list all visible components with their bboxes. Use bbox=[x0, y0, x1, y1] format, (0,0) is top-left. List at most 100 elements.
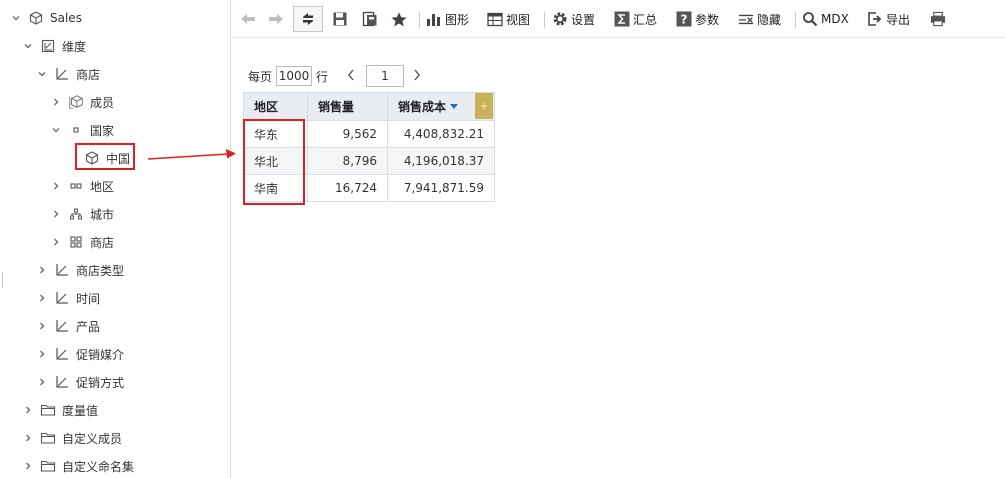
chevron-down-icon[interactable] bbox=[10, 12, 22, 24]
chevron-down-icon[interactable] bbox=[50, 124, 62, 136]
table-view-icon bbox=[487, 11, 503, 27]
question-icon: ? bbox=[676, 11, 692, 27]
rows-per-page-input[interactable] bbox=[276, 66, 313, 86]
sort-desc-icon[interactable] bbox=[450, 104, 459, 109]
pager: 每页 行 bbox=[248, 64, 328, 88]
save-button[interactable] bbox=[332, 6, 351, 32]
summary-button[interactable]: 汇总 bbox=[614, 6, 657, 32]
tree-label: 地区 bbox=[90, 179, 115, 194]
tree-label: 度量值 bbox=[62, 403, 99, 418]
level-2-icon bbox=[68, 178, 84, 194]
tree-node-region[interactable]: 地区 bbox=[50, 172, 230, 200]
view-button[interactable]: 视图 bbox=[487, 6, 530, 32]
tree-node-product[interactable]: 产品 bbox=[36, 312, 230, 340]
tree-node-time[interactable]: 时间 bbox=[36, 284, 230, 312]
forward-button[interactable] bbox=[268, 6, 287, 32]
params-button[interactable]: ? 参数 bbox=[676, 6, 719, 32]
arrow-right-icon bbox=[268, 11, 284, 27]
folder-icon bbox=[40, 402, 56, 418]
next-page-button[interactable] bbox=[411, 68, 423, 84]
mdx-label: MDX bbox=[821, 12, 849, 26]
chevron-down-icon[interactable] bbox=[36, 68, 48, 80]
printer-icon bbox=[930, 11, 946, 27]
tree-node-members[interactable]: 成员 bbox=[50, 88, 230, 116]
page-number-input[interactable] bbox=[366, 65, 404, 87]
region-column-highlight-box bbox=[243, 119, 305, 205]
chevron-right-icon[interactable] bbox=[50, 236, 62, 248]
tree-node-store-dimension[interactable]: 商店 bbox=[36, 60, 230, 88]
export-button[interactable]: 导出 bbox=[867, 6, 910, 32]
members-cube-icon bbox=[68, 94, 84, 110]
tree-node-custom-members[interactable]: 自定义成员 bbox=[22, 424, 230, 452]
tree-node-promo-media[interactable]: 促销媒介 bbox=[36, 340, 230, 368]
sales-cost-cell[interactable]: 7,941,871.59 bbox=[387, 174, 495, 202]
settings-label: 设置 bbox=[571, 12, 596, 27]
mdx-button[interactable]: MDX bbox=[802, 6, 849, 32]
print-button[interactable] bbox=[930, 6, 949, 32]
sigma-icon bbox=[614, 11, 630, 27]
back-button[interactable] bbox=[240, 6, 259, 32]
arrow-left-icon bbox=[240, 11, 256, 27]
hide-button[interactable]: 隐藏 bbox=[738, 6, 781, 32]
tree-label: 促销媒介 bbox=[76, 347, 125, 362]
tree-node-country[interactable]: 国家 bbox=[50, 116, 230, 144]
refresh-button[interactable] bbox=[293, 6, 323, 32]
toolbar: 图形 视图 设置 汇总 ? 参数 隐藏 MDX 导出 bbox=[232, 0, 1005, 38]
tree-node-store[interactable]: 商店 bbox=[50, 228, 230, 256]
chevron-right-icon[interactable] bbox=[36, 292, 48, 304]
save-as-icon bbox=[362, 11, 378, 27]
tree-node-promo-method[interactable]: 促销方式 bbox=[36, 368, 230, 396]
chevron-down-icon[interactable] bbox=[22, 40, 34, 52]
tree-label: 城市 bbox=[90, 207, 115, 222]
tree-label: 商店 bbox=[76, 67, 101, 82]
summary-label: 汇总 bbox=[633, 12, 658, 27]
toolbar-separator bbox=[544, 12, 545, 28]
tree-label: Sales bbox=[50, 11, 82, 25]
chevron-right-icon[interactable] bbox=[36, 320, 48, 332]
gear-icon bbox=[552, 11, 568, 27]
favorite-button[interactable] bbox=[391, 6, 410, 32]
sales-cost-cell[interactable]: 4,408,832.21 bbox=[387, 120, 495, 148]
tree-node-store-type[interactable]: 商店类型 bbox=[36, 256, 230, 284]
prev-page-button[interactable] bbox=[345, 68, 357, 84]
column-header-sales-qty[interactable]: 销售量 bbox=[307, 92, 388, 121]
header-label: 销售量 bbox=[318, 100, 355, 114]
tree-label: 自定义命名集 bbox=[62, 459, 135, 474]
hide-icon bbox=[738, 11, 754, 27]
sales-qty-cell[interactable]: 8,796 bbox=[307, 147, 388, 175]
tree-node-custom-named-sets[interactable]: 自定义命名集 bbox=[22, 452, 230, 478]
tree-label: 时间 bbox=[76, 291, 101, 306]
folder-icon bbox=[40, 430, 56, 446]
chevron-right-icon[interactable] bbox=[36, 264, 48, 276]
star-icon bbox=[391, 11, 407, 27]
chevron-right-icon[interactable] bbox=[22, 460, 34, 472]
chevron-right-icon[interactable] bbox=[36, 376, 48, 388]
tree-label: 维度 bbox=[62, 39, 87, 54]
chevron-right-icon[interactable] bbox=[22, 404, 34, 416]
chart-button[interactable]: 图形 bbox=[426, 6, 469, 32]
tree-node-measures[interactable]: 度量值 bbox=[22, 396, 230, 424]
tree-node-sales[interactable]: Sales bbox=[10, 4, 230, 32]
chevron-right-icon[interactable] bbox=[36, 348, 48, 360]
tree-label: 促销方式 bbox=[76, 375, 125, 390]
settings-button[interactable]: 设置 bbox=[552, 6, 595, 32]
chevron-right-icon[interactable] bbox=[22, 432, 34, 444]
chevron-right-icon[interactable] bbox=[50, 180, 62, 192]
tree-node-city[interactable]: 城市 bbox=[50, 200, 230, 228]
tree-label: 自定义成员 bbox=[62, 431, 123, 446]
column-header-region[interactable]: 地区 bbox=[243, 92, 308, 121]
export-icon bbox=[867, 11, 883, 27]
per-page-label: 每页 bbox=[248, 69, 273, 84]
save-as-button[interactable] bbox=[362, 6, 381, 32]
sales-qty-cell[interactable]: 9,562 bbox=[307, 120, 388, 148]
panel-splitter[interactable] bbox=[2, 272, 5, 288]
chevron-right-icon[interactable] bbox=[50, 96, 62, 108]
tree-node-dimensions[interactable]: 维度 bbox=[22, 32, 230, 60]
sales-qty-cell[interactable]: 16,724 bbox=[307, 174, 388, 202]
floppy-disk-icon bbox=[332, 11, 348, 27]
sales-cost-cell[interactable]: 4,196,018.37 bbox=[387, 147, 495, 175]
column-handle[interactable] bbox=[475, 93, 493, 119]
bar-chart-icon bbox=[426, 11, 442, 27]
chevron-right-icon[interactable] bbox=[50, 208, 62, 220]
export-label: 导出 bbox=[886, 12, 911, 27]
